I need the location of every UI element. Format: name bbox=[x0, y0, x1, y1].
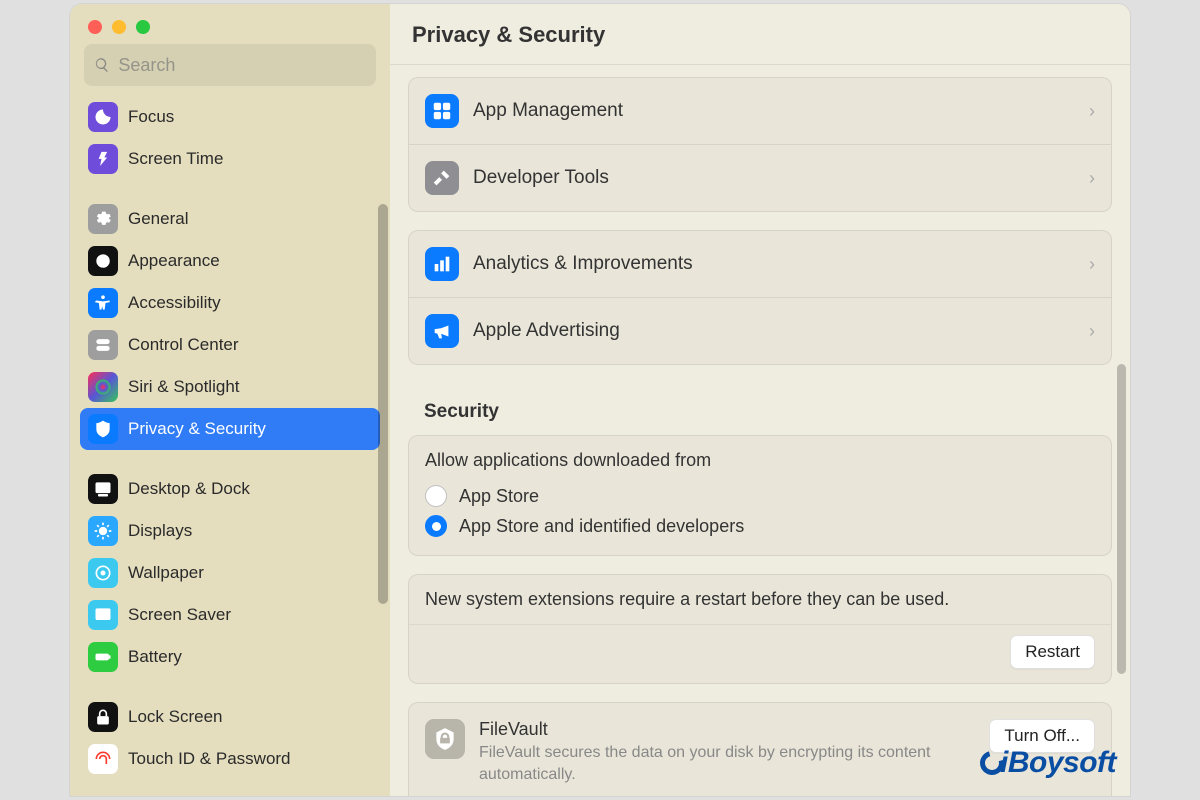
row-developer-tools[interactable]: Developer Tools › bbox=[409, 144, 1111, 211]
sidebar-item-label: Control Center bbox=[128, 335, 239, 355]
page-title: Privacy & Security bbox=[412, 22, 1108, 48]
sidebar-item-label: Accessibility bbox=[128, 293, 221, 313]
sidebar-item-privacy-security[interactable]: Privacy & Security bbox=[80, 408, 380, 450]
filevault-turn-off-button[interactable]: Turn Off... bbox=[989, 719, 1095, 753]
chevron-right-icon: › bbox=[1089, 168, 1095, 189]
sidebar-item-accessibility[interactable]: Accessibility bbox=[80, 282, 380, 324]
sidebar-item-wallpaper[interactable]: Wallpaper bbox=[80, 552, 380, 594]
row-label: App Management bbox=[473, 100, 1075, 122]
row-label: Developer Tools bbox=[473, 167, 1075, 189]
sidebar-item-battery[interactable]: Battery bbox=[80, 636, 380, 678]
radio-identified-devs[interactable]: App Store and identified developers bbox=[425, 511, 1095, 541]
card-allow-apps: Allow applications downloaded from App S… bbox=[408, 435, 1112, 556]
main-header: Privacy & Security bbox=[390, 4, 1130, 65]
sidebar-item-label: Battery bbox=[128, 647, 182, 667]
sidebar-item-label: Siri & Spotlight bbox=[128, 377, 240, 397]
appearance-icon bbox=[88, 246, 118, 276]
sidebar-item-displays[interactable]: Displays bbox=[80, 510, 380, 552]
security-heading: Security bbox=[408, 383, 1112, 435]
desktop-dock-icon bbox=[88, 474, 118, 504]
row-label: Apple Advertising bbox=[473, 320, 1075, 342]
sidebar-item-label: Privacy & Security bbox=[128, 419, 266, 439]
sidebar-item-label: Appearance bbox=[128, 251, 220, 271]
row-analytics[interactable]: Analytics & Improvements › bbox=[409, 231, 1111, 297]
battery-icon bbox=[88, 642, 118, 672]
row-label: Analytics & Improvements bbox=[473, 253, 1075, 275]
touch-id-icon bbox=[88, 744, 118, 774]
minimize-window-button[interactable] bbox=[112, 20, 126, 34]
sidebar-item-label: Focus bbox=[128, 107, 174, 127]
app-management-icon bbox=[425, 94, 459, 128]
allow-apps-label: Allow applications downloaded from bbox=[425, 450, 1095, 471]
sidebar-item-label: Wallpaper bbox=[128, 563, 204, 583]
displays-icon bbox=[88, 516, 118, 546]
search-icon bbox=[94, 56, 110, 74]
sidebar-item-label: Screen Saver bbox=[128, 605, 231, 625]
sidebar-item-label: General bbox=[128, 209, 188, 229]
sidebar-item-label: Lock Screen bbox=[128, 707, 223, 727]
close-window-button[interactable] bbox=[88, 20, 102, 34]
sidebar-item-desktop-dock[interactable]: Desktop & Dock bbox=[80, 468, 380, 510]
advertising-icon bbox=[425, 314, 459, 348]
sidebar-item-label: Displays bbox=[128, 521, 192, 541]
sidebar-item-general[interactable]: General bbox=[80, 198, 380, 240]
main-scrollbar[interactable] bbox=[1117, 364, 1126, 674]
screen-saver-icon bbox=[88, 600, 118, 630]
row-app-management[interactable]: App Management › bbox=[409, 78, 1111, 144]
accessibility-icon bbox=[88, 288, 118, 318]
developer-tools-icon bbox=[425, 161, 459, 195]
chevron-right-icon: › bbox=[1089, 101, 1095, 122]
sidebar-item-lock-screen[interactable]: Lock Screen bbox=[80, 696, 380, 738]
sidebar-item-focus[interactable]: Focus bbox=[80, 96, 380, 138]
general-icon bbox=[88, 204, 118, 234]
filevault-desc: FileVault secures the data on your disk … bbox=[479, 742, 975, 785]
siri-spotlight-icon bbox=[88, 372, 118, 402]
radio-input-app-store[interactable] bbox=[425, 485, 447, 507]
fullscreen-window-button[interactable] bbox=[136, 20, 150, 34]
sidebar-item-touch-id[interactable]: Touch ID & Password bbox=[80, 738, 380, 780]
focus-icon bbox=[88, 102, 118, 132]
sidebar-item-siri-spotlight[interactable]: Siri & Spotlight bbox=[80, 366, 380, 408]
chevron-right-icon: › bbox=[1089, 321, 1095, 342]
sidebar-item-screen-time[interactable]: Screen Time bbox=[80, 138, 380, 180]
extensions-note: New system extensions require a restart … bbox=[425, 589, 1095, 610]
traffic-lights bbox=[70, 4, 390, 44]
radio-label: App Store and identified developers bbox=[459, 516, 744, 537]
analytics-icon bbox=[425, 247, 459, 281]
row-advertising[interactable]: Apple Advertising › bbox=[409, 297, 1111, 364]
card-analytics: Analytics & Improvements›Apple Advertisi… bbox=[408, 230, 1112, 365]
search-field[interactable] bbox=[84, 44, 376, 86]
privacy-security-icon bbox=[88, 414, 118, 444]
wallpaper-icon bbox=[88, 558, 118, 588]
sidebar-item-control-center[interactable]: Control Center bbox=[80, 324, 380, 366]
card-extensions: New system extensions require a restart … bbox=[408, 574, 1112, 684]
settings-window: Focus Screen Time General Appearance Accessi… bbox=[70, 4, 1130, 796]
card-app-mgmt: App Management › Developer Tools › bbox=[408, 77, 1112, 212]
radio-input-identified-devs[interactable] bbox=[425, 515, 447, 537]
card-filevault: FileVault FileVault secures the data on … bbox=[408, 702, 1112, 796]
sidebar-item-label: Screen Time bbox=[128, 149, 223, 169]
sidebar-item-appearance[interactable]: Appearance bbox=[80, 240, 380, 282]
sidebar-item-screen-saver[interactable]: Screen Saver bbox=[80, 594, 380, 636]
restart-button[interactable]: Restart bbox=[1010, 635, 1095, 669]
sidebar-scrollbar[interactable] bbox=[378, 204, 388, 604]
lock-screen-icon bbox=[88, 702, 118, 732]
sidebar-item-label: Desktop & Dock bbox=[128, 479, 250, 499]
control-center-icon bbox=[88, 330, 118, 360]
sidebar: Focus Screen Time General Appearance Accessi… bbox=[70, 4, 390, 796]
screen-time-icon bbox=[88, 144, 118, 174]
filevault-icon bbox=[425, 719, 465, 759]
filevault-title: FileVault bbox=[479, 719, 975, 740]
radio-label: App Store bbox=[459, 486, 539, 507]
sidebar-item-label: Touch ID & Password bbox=[128, 749, 291, 769]
search-input[interactable] bbox=[118, 55, 366, 76]
chevron-right-icon: › bbox=[1089, 254, 1095, 275]
radio-app-store[interactable]: App Store bbox=[425, 481, 1095, 511]
main-pane: Privacy & Security App Management›Develo… bbox=[390, 4, 1130, 796]
sidebar-nav: Focus Screen Time General Appearance Accessi… bbox=[70, 96, 390, 796]
